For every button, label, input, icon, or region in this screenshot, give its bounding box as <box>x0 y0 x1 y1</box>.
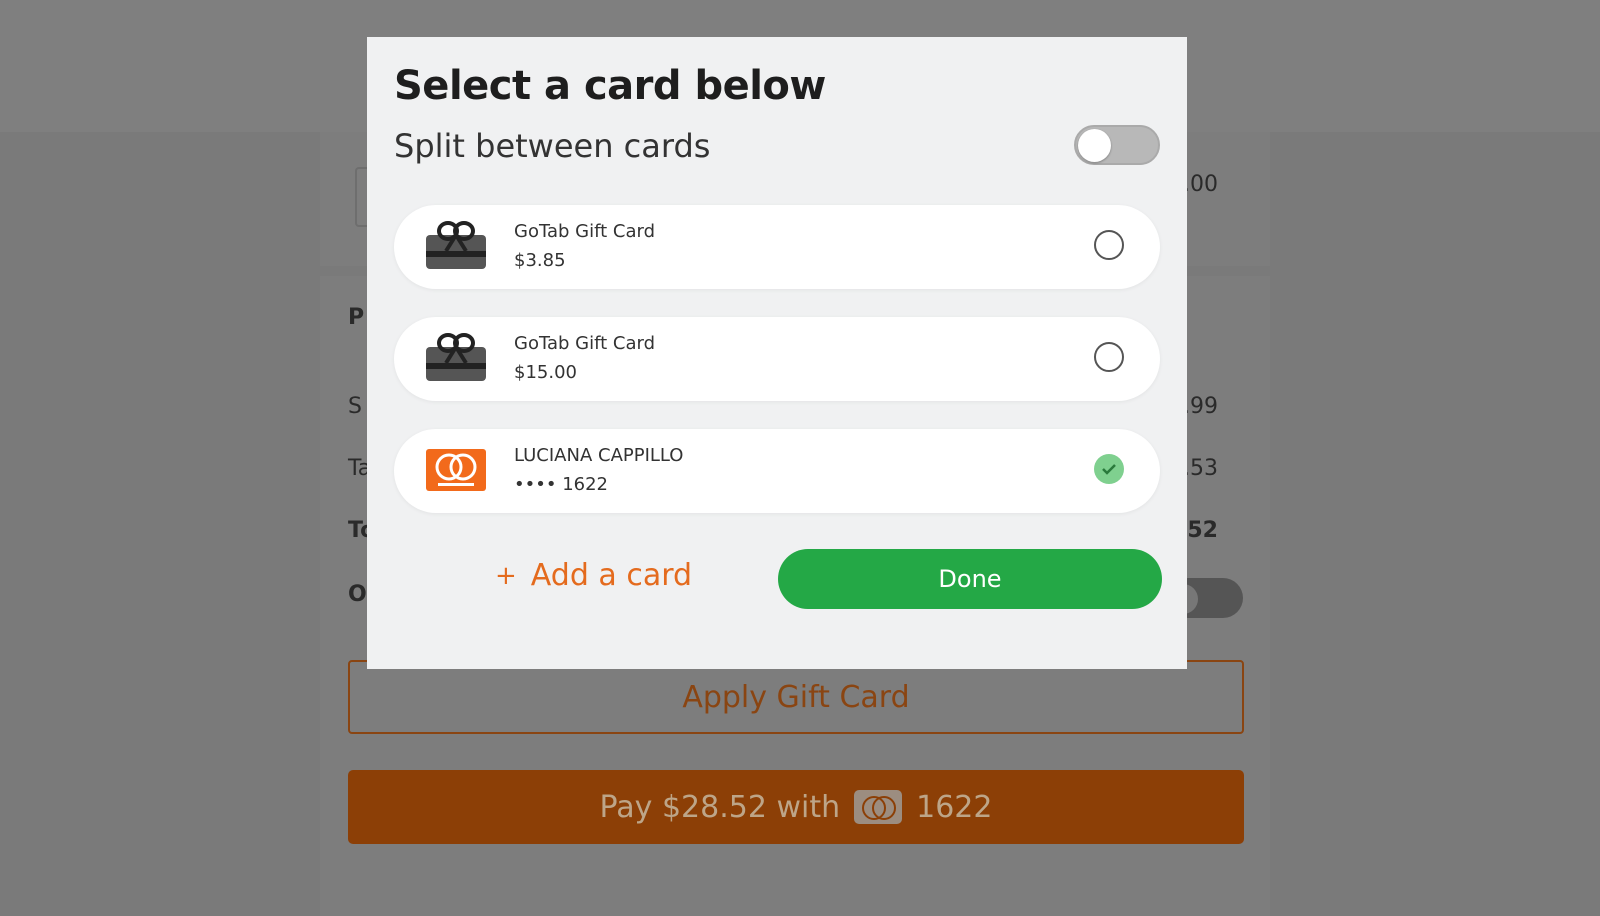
done-button[interactable]: Done <box>778 549 1162 609</box>
add-card-link[interactable]: + Add a card <box>495 558 692 593</box>
mastercard-icon <box>426 445 486 495</box>
card-option-gift-2[interactable]: GoTab Gift Card $15.00 <box>394 317 1160 401</box>
card-option-mastercard[interactable]: LUCIANA CAPPILLO •••• 1622 <box>394 429 1160 513</box>
checkmark-icon <box>1102 464 1116 475</box>
apply-gift-card-label: Apply Gift Card <box>682 679 910 715</box>
pay-label: Pay $28.52 with <box>599 789 841 825</box>
card-radio[interactable] <box>1094 342 1124 372</box>
card-name: GoTab Gift Card <box>514 221 656 242</box>
add-card-label: Add a card <box>530 558 693 593</box>
section-heading: P <box>348 305 365 330</box>
mastercard-icon <box>854 790 903 824</box>
option-label: O <box>348 582 367 607</box>
card-radio-checked[interactable] <box>1094 454 1124 484</box>
card-masked-number: •••• 1622 <box>514 474 608 495</box>
card-radio[interactable] <box>1094 230 1124 260</box>
pay-button[interactable]: Pay $28.52 with 1622 <box>348 770 1244 844</box>
plus-icon: + <box>495 560 517 591</box>
pay-last4: 1622 <box>916 789 993 825</box>
split-between-cards-toggle[interactable] <box>1074 125 1160 165</box>
gift-card-icon <box>426 221 486 271</box>
split-between-cards-label: Split between cards <box>394 127 711 165</box>
apply-gift-card-button[interactable]: Apply Gift Card <box>348 660 1244 734</box>
card-name: GoTab Gift Card <box>514 333 656 354</box>
modal-title: Select a card below <box>394 63 826 109</box>
toggle-knob <box>1078 129 1111 162</box>
card-balance: $15.00 <box>514 362 577 383</box>
card-holder-name: LUCIANA CAPPILLO <box>514 445 684 466</box>
subtotal-label: S <box>348 394 362 419</box>
card-list: GoTab Gift Card $3.85 GoTab Gift Card $1… <box>394 205 1160 541</box>
gift-card-icon <box>426 333 486 383</box>
card-balance: $3.85 <box>514 250 566 271</box>
card-option-gift-1[interactable]: GoTab Gift Card $3.85 <box>394 205 1160 289</box>
